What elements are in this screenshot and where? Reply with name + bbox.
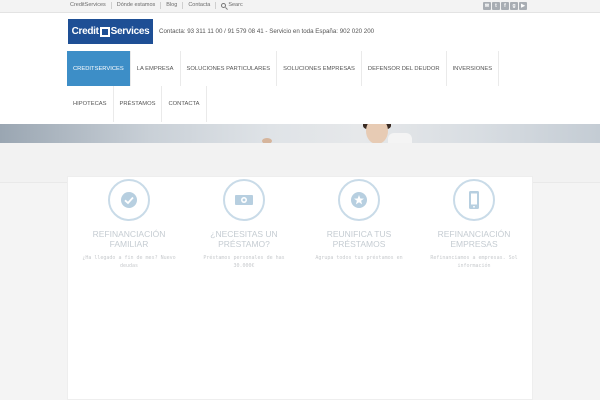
feature-icon-circle[interactable] (338, 179, 380, 221)
nav-item-soluciones-particulares[interactable]: SOLUCIONES PARTICULARES (181, 51, 278, 86)
contact-line: Contacta: 93 311 11 00 / 91 579 08 41 - … (159, 28, 375, 35)
feature-title-line2: PRÉSTAMO? (218, 239, 270, 249)
top-bar: CreditServices Dónde estamos Blog Contac… (0, 0, 600, 13)
feature-refinanciacion-familiar[interactable]: REFINANCIACIÓN FAMILIAR ¿Ha llegado a fi… (71, 179, 187, 270)
nav-row-1: CreditServices LA EMPRESA SOLUCIONES PAR… (67, 51, 507, 86)
feature-reunifica-prestamos[interactable]: REUNIFICA TUS PRÉSTAMOS Agrupa todos tus… (301, 179, 417, 262)
nav-item-creditservices[interactable]: CreditServices (67, 51, 131, 86)
main-nav: CreditServices LA EMPRESA SOLUCIONES PAR… (67, 51, 507, 122)
top-link-blog[interactable]: Blog (160, 2, 182, 9)
logo-mark-icon (99, 26, 110, 37)
youtube-icon[interactable]: ▶ (519, 2, 527, 10)
feature-title: ¿NECESITAS UN PRÉSTAMO? (186, 229, 302, 249)
logo[interactable]: Credit Services (68, 19, 153, 44)
feature-refinanciacion-empresas[interactable]: REFINANCIACIÓN EMPRESAS Refinanciamos a … (416, 179, 532, 270)
search-input[interactable]: Searc (228, 2, 242, 9)
feature-title: REFINANCIACIÓN FAMILIAR (71, 229, 187, 249)
feature-necesitas-prestamo[interactable]: ¿NECESITAS UN PRÉSTAMO? Préstamos person… (186, 179, 302, 270)
feature-desc: Agrupa todos tus préstamos en (301, 254, 417, 262)
logo-text-services: Services (110, 26, 150, 37)
features-panel: REFINANCIACIÓN FAMILIAR ¿Ha llegado a fi… (67, 176, 533, 400)
feature-title-line1: REFINANCIACIÓN (437, 229, 511, 239)
hero-banner (0, 124, 600, 143)
feature-icon-circle[interactable] (453, 179, 495, 221)
feature-title-line2: FAMILIAR (109, 239, 149, 249)
nav-item-soluciones-empresas[interactable]: SOLUCIONES EMPRESAS (277, 51, 362, 86)
nav-item-contacta[interactable]: CONTACTA (162, 86, 207, 122)
nav-item-hipotecas[interactable]: HIPOTECAS (67, 86, 114, 122)
facebook-icon[interactable]: f (501, 2, 509, 10)
search-icon (221, 3, 227, 8)
feature-title-line1: REUNIFICA TUS (326, 229, 392, 239)
feature-desc: Préstamos personales de has 30.000€ (186, 254, 302, 270)
mobile-icon (469, 191, 479, 209)
feature-desc-line1: ¿Ha llegado a fin de mes? Nuevo (82, 255, 176, 261)
social-icons: ✉ t f g ▶ (483, 2, 527, 10)
hero-face (366, 124, 388, 143)
feature-desc-line1: Agrupa todos tus préstamos en (315, 255, 403, 261)
feature-desc-line1: Préstamos personales de has (203, 255, 285, 261)
feature-title-line1: REFINANCIACIÓN (92, 229, 166, 239)
search-box[interactable]: Searc (215, 2, 247, 9)
top-link-creditservices[interactable]: CreditServices (68, 2, 111, 9)
header: Credit Services Contacta: 93 311 11 00 /… (0, 13, 600, 124)
top-link-donde-estamos[interactable]: Dónde estamos (110, 2, 161, 9)
nav-item-defensor-del-deudor[interactable]: DEFENSOR DEL DEUDOR (362, 51, 447, 86)
email-icon[interactable]: ✉ (483, 2, 491, 10)
nav-row-2: HIPOTECAS PRÉSTAMOS CONTACTA (67, 86, 507, 122)
twitter-icon[interactable]: t (492, 2, 500, 10)
feature-desc: Refinanciamos a empresas. Sol informació… (416, 254, 532, 270)
top-links: CreditServices Dónde estamos Blog Contac… (68, 2, 248, 9)
money-icon (235, 195, 253, 205)
top-link-contacta[interactable]: Contacta (182, 2, 215, 9)
feature-desc-line2: 30.000€ (233, 263, 255, 269)
feature-title-line2: PRÉSTAMOS (332, 239, 386, 249)
feature-icon-circle[interactable] (223, 179, 265, 221)
nav-item-prestamos[interactable]: PRÉSTAMOS (114, 86, 163, 122)
feature-desc-line2: deudas (119, 263, 139, 269)
check-icon (121, 192, 137, 208)
star-icon (351, 192, 367, 208)
feature-title-line1: ¿NECESITAS UN (210, 229, 278, 239)
feature-desc-line1: Refinanciamos a empresas. Sol (430, 255, 518, 261)
logo-text-credit: Credit (71, 26, 99, 37)
googleplus-icon[interactable]: g (510, 2, 518, 10)
feature-desc: ¿Ha llegado a fin de mes? Nuevo deudas (71, 254, 187, 270)
nav-item-inversiones[interactable]: INVERSIONES (447, 51, 500, 86)
feature-title: REUNIFICA TUS PRÉSTAMOS (301, 229, 417, 249)
feature-desc-line2: información (457, 263, 491, 269)
feature-title: REFINANCIACIÓN EMPRESAS (416, 229, 532, 249)
nav-item-la-empresa[interactable]: LA EMPRESA (131, 51, 181, 86)
hero-shirt (388, 133, 412, 143)
feature-icon-circle[interactable] (108, 179, 150, 221)
feature-title-line2: EMPRESAS (450, 239, 498, 249)
